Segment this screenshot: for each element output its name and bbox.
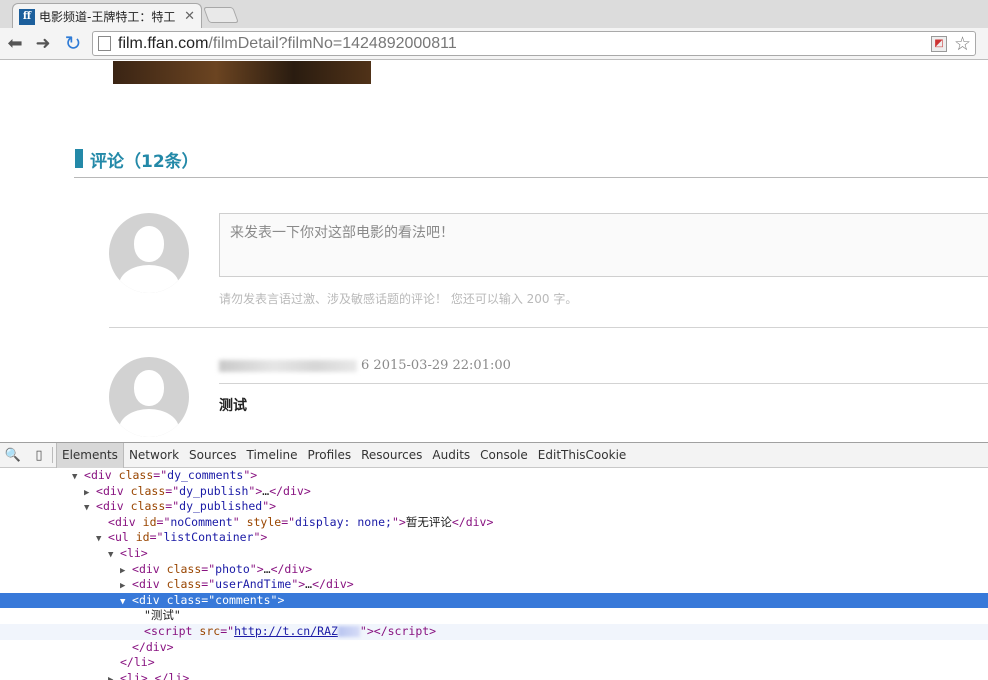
movie-still-image <box>113 61 371 84</box>
devtools-toolbar: 🔍 ▯ Elements Network Sources Timeline Pr… <box>0 442 988 468</box>
dom-node-dy-published[interactable]: ▼ <div class="dy_published"> <box>0 499 988 515</box>
address-bar[interactable]: film.ffan.com/filmDetail?filmNo=14248920… <box>92 31 976 56</box>
extension-icon[interactable]: ◩ <box>931 36 947 52</box>
page-content: 评论（12条） 来发表一下你对这部电影的看法吧！ 请勿发表言语过激、涉及敏感话题… <box>0 61 988 442</box>
dom-tree: ▼ <div class="dy_comments"> ▶ <div class="… <box>0 468 988 680</box>
back-arrow-icon[interactable]: ⬅ <box>4 32 26 54</box>
tab-network[interactable]: Network <box>124 443 184 468</box>
site-favicon-icon: ff <box>19 8 35 25</box>
tab-editthiscookie[interactable]: EditThisCookie <box>533 443 632 468</box>
dom-node-no-comment[interactable]: <div id="noComment" style="display: none… <box>0 515 988 531</box>
comment-datetime: 2015-03-29 22:01:00 <box>373 358 511 373</box>
url-text[interactable]: film.ffan.com/filmDetail?filmNo=14248920… <box>118 35 457 53</box>
tab-sources[interactable]: Sources <box>184 443 241 468</box>
comment-meta: 6 2015-03-29 22:01:00 <box>219 358 511 373</box>
dom-node-photo[interactable]: ▶ <div class="photo">…</div> <box>0 562 988 578</box>
username-redacted[interactable] <box>219 359 357 372</box>
tab-title: 电影频道-王牌特工：特工 <box>39 10 176 24</box>
dom-text-node[interactable]: "测试" <box>0 608 988 624</box>
script-src-link[interactable]: http://t.cn/RAZ <box>234 624 338 638</box>
tab-strip: ff 电影频道-王牌特工：特工 ✕ <box>0 0 988 29</box>
dom-node-script[interactable]: <script src="http://t.cn/RAZ "></script> <box>0 624 988 640</box>
current-user-avatar <box>109 213 189 293</box>
dom-node-li-collapsed[interactable]: ▶ <li>…</li> <box>0 671 988 680</box>
comment-hint: 请勿发表言语过激、涉及敏感话题的评论！ 您还可以输入 200 字。 <box>219 292 578 306</box>
device-mode-icon[interactable]: ▯ <box>26 448 52 463</box>
comment-text: 测试 <box>219 398 247 414</box>
reload-icon[interactable]: ↻ <box>62 31 84 55</box>
tab-profiles[interactable]: Profiles <box>303 443 357 468</box>
comments-section-title: 评论（12条） <box>90 152 199 172</box>
dom-node-list-container[interactable]: ▼ <ul id="listContainer"> <box>0 530 988 546</box>
comment-meta-divider <box>219 383 988 384</box>
tab-audits[interactable]: Audits <box>427 443 475 468</box>
tab-close-icon[interactable]: ✕ <box>184 9 195 24</box>
page-icon <box>98 36 111 51</box>
dom-node-dy-comments[interactable]: ▼ <div class="dy_comments"> <box>0 468 988 484</box>
dom-close-div[interactable]: </div> <box>0 640 988 656</box>
browser-tab[interactable]: ff 电影频道-王牌特工：特工 ✕ <box>12 3 202 29</box>
username-suffix: 6 <box>361 358 370 373</box>
section-divider <box>74 177 988 178</box>
tab-console[interactable]: Console <box>475 443 533 468</box>
tab-elements[interactable]: Elements <box>56 442 124 468</box>
bookmark-star-icon[interactable]: ☆ <box>954 33 971 55</box>
redacted-link-suffix <box>337 626 360 637</box>
comment-input[interactable]: 来发表一下你对这部电影的看法吧！ <box>219 213 988 277</box>
tab-timeline[interactable]: Timeline <box>242 443 303 468</box>
dom-close-li[interactable]: </li> <box>0 655 988 671</box>
forward-arrow-icon[interactable]: ➜ <box>32 32 54 54</box>
dom-node-li[interactable]: ▼ <li> <box>0 546 988 562</box>
commenter-avatar[interactable] <box>109 357 189 437</box>
devtools-panel: 🔍 ▯ Elements Network Sources Timeline Pr… <box>0 442 988 680</box>
dom-node-user-and-time[interactable]: ▶ <div class="userAndTime">…</div> <box>0 577 988 593</box>
tab-resources[interactable]: Resources <box>356 443 427 468</box>
comment-divider <box>109 327 988 328</box>
browser-toolbar: ⬅ ➜ ↻ film.ffan.com/filmDetail?filmNo=14… <box>0 28 988 60</box>
dom-node-comments-selected[interactable]: ▼ <div class="comments"> <box>0 592 988 609</box>
dom-node-dy-publish[interactable]: ▶ <div class="dy_publish">…</div> <box>0 484 988 500</box>
new-tab-button[interactable] <box>203 7 239 23</box>
inspect-search-icon[interactable]: 🔍 <box>0 448 26 463</box>
section-accent-bar <box>75 149 83 168</box>
